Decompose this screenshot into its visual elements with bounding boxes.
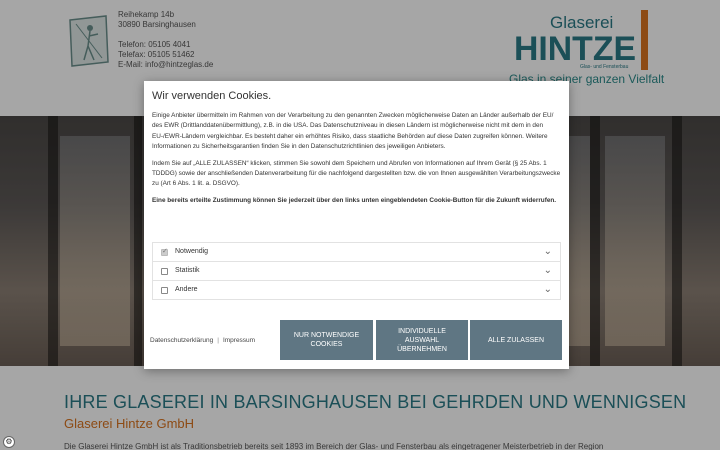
cookie-category-label: Notwendig xyxy=(175,248,209,255)
cookie-text-paragraph: Einige Anbieter übermitteln im Rahmen vo… xyxy=(152,112,554,151)
cookie-settings-icon[interactable]: ⚙ xyxy=(3,436,15,448)
chevron-down-icon[interactable]: ⌄ xyxy=(544,246,552,257)
cookie-text-paragraph: Indem Sie auf „ALLE ZULASSEN“ klicken, s… xyxy=(152,159,561,188)
individual-selection-button[interactable]: INDIVIDUELLE AUSWAHL ÜBERNEHMEN xyxy=(376,320,468,360)
necessary-checkbox xyxy=(161,247,168,256)
cookie-category-list: Notwendig ⌄ Statistik ⌄ Andere ⌄ xyxy=(152,242,561,300)
link-separator: | xyxy=(217,337,219,344)
cookie-consent-dialog: Wir verwenden Cookies. Einige Anbieter ü… xyxy=(144,81,569,369)
cookie-text-revoke: Eine bereits erteilte Zustimmung können … xyxy=(152,196,557,204)
chevron-down-icon[interactable]: ⌄ xyxy=(544,284,552,295)
imprint-link[interactable]: Impressum xyxy=(223,337,255,344)
cookie-category-label: Statistik xyxy=(175,267,200,274)
cookie-category-statistics[interactable]: Statistik ⌄ xyxy=(152,261,561,281)
accept-all-button[interactable]: ALLE ZULASSEN xyxy=(470,320,562,360)
cookie-dialog-title: Wir verwenden Cookies. xyxy=(152,90,272,102)
chevron-down-icon[interactable]: ⌄ xyxy=(544,265,552,276)
statistics-checkbox[interactable] xyxy=(161,268,168,275)
cookie-category-necessary[interactable]: Notwendig ⌄ xyxy=(152,242,561,262)
cookie-dialog-text: Einige Anbieter übermitteln im Rahmen vo… xyxy=(152,111,562,212)
necessary-only-button[interactable]: NUR NOTWENDIGE COOKIES xyxy=(280,320,373,360)
legal-links: Datenschutzerklärung | Impressum xyxy=(150,337,255,344)
privacy-policy-link[interactable]: Datenschutzerklärung xyxy=(150,337,213,344)
other-checkbox[interactable] xyxy=(161,287,168,294)
cookie-category-other[interactable]: Andere ⌄ xyxy=(152,280,561,300)
cookie-category-label: Andere xyxy=(175,286,198,293)
